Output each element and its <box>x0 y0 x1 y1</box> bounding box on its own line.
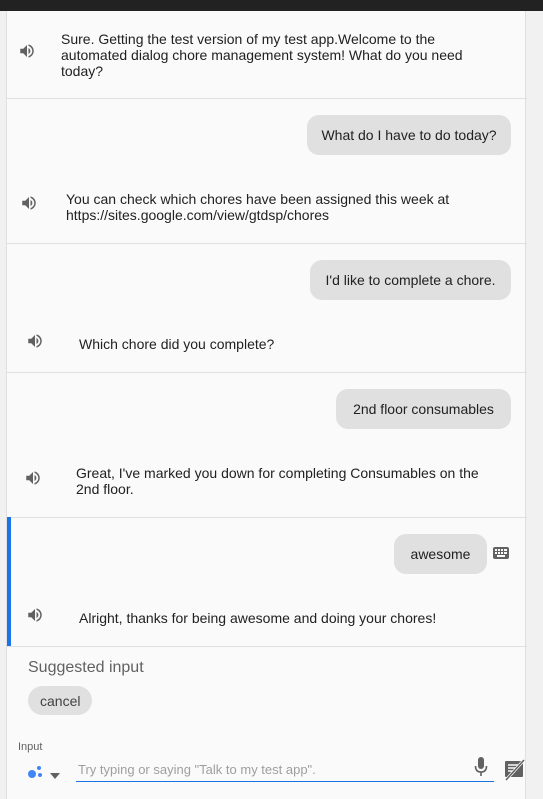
suggested-input-label: Suggested input <box>28 659 144 676</box>
speaker-icon[interactable] <box>26 332 44 350</box>
assistant-message: Alright, thanks for being awesome and do… <box>79 610 437 626</box>
assistant-message: Great, I've marked you down for completi… <box>76 465 479 497</box>
conversation-panel: Sure. Getting the test version of my tes… <box>6 11 527 799</box>
suggestion-chip-cancel[interactable]: cancel <box>28 686 93 715</box>
user-message-bubble: awesome <box>394 534 487 574</box>
assistant-message: You can check which chores have been ass… <box>66 191 450 223</box>
divider <box>7 372 527 373</box>
divider <box>7 98 527 99</box>
user-message-bubble: What do I have to do today? <box>307 115 511 155</box>
assistant-message: Sure. Getting the test version of my tes… <box>61 31 463 79</box>
speaker-off-icon[interactable] <box>504 758 526 782</box>
google-assistant-dots-icon[interactable] <box>27 763 45 779</box>
speaker-icon[interactable] <box>20 194 38 212</box>
keyboard-icon <box>493 547 509 559</box>
divider <box>7 646 527 647</box>
chevron-down-icon[interactable] <box>50 766 60 779</box>
microphone-icon[interactable] <box>474 757 488 777</box>
speaker-icon[interactable] <box>26 606 44 624</box>
speaker-icon[interactable] <box>18 42 36 60</box>
query-input[interactable] <box>76 758 494 782</box>
input-label: Input <box>18 741 43 753</box>
top-bar <box>0 0 543 11</box>
user-message-bubble: I'd like to complete a chore. <box>310 260 511 300</box>
divider <box>7 243 527 244</box>
speaker-icon[interactable] <box>24 469 42 487</box>
assistant-message: Which chore did you complete? <box>79 336 275 352</box>
user-message-bubble: 2nd floor consumables <box>336 389 511 429</box>
